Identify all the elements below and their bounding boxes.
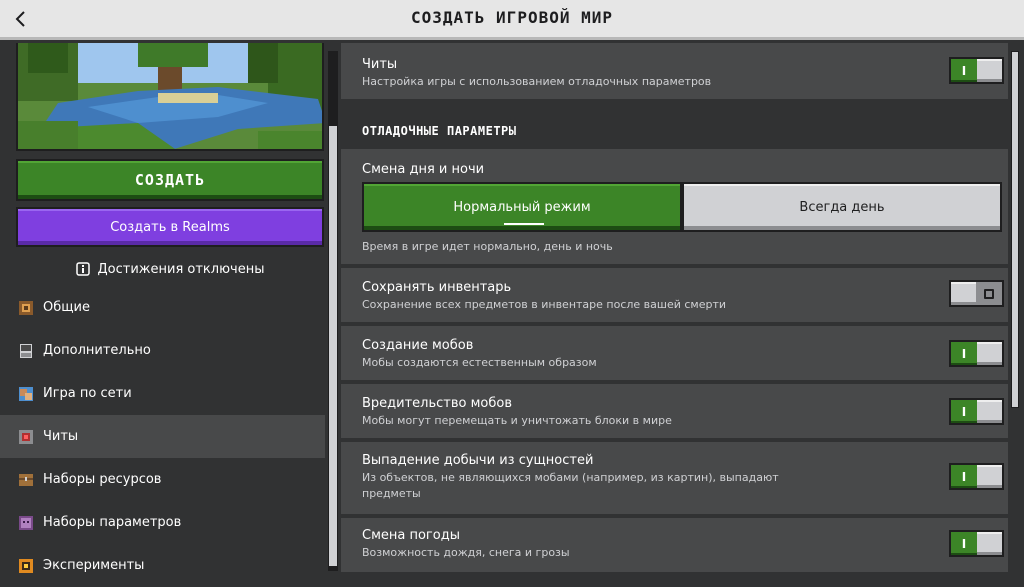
nav-item-label: Общие bbox=[43, 300, 90, 315]
entity-drops-desc: Из объектов, не являющихся мобами (напри… bbox=[362, 471, 779, 500]
mob-griefing-toggle[interactable]: I bbox=[949, 398, 1004, 425]
nav-item-cheats[interactable]: Читы bbox=[0, 415, 325, 458]
settings-panel: Читы Настройка игры с использованием отл… bbox=[341, 43, 1008, 576]
mob-spawning-toggle[interactable]: I bbox=[949, 340, 1004, 367]
nav-item-label: Наборы ресурсов bbox=[43, 472, 162, 487]
nav-item-label: Дополнительно bbox=[43, 343, 151, 358]
general-icon bbox=[19, 300, 33, 315]
nav-item-label: Читы bbox=[43, 429, 79, 444]
right-scrollbar-thumb[interactable] bbox=[1011, 51, 1019, 408]
cheats-title: Читы bbox=[362, 57, 398, 72]
world-preview-image bbox=[16, 43, 324, 151]
info-icon bbox=[75, 262, 90, 276]
create-button[interactable]: СОЗДАТЬ bbox=[16, 159, 324, 201]
left-scrollbar[interactable] bbox=[325, 43, 341, 576]
nav-item-behavior-packs[interactable]: Наборы параметров bbox=[0, 501, 325, 544]
nav-item-experiments[interactable]: Эксперименты bbox=[0, 544, 325, 587]
cheats-icon bbox=[19, 429, 33, 444]
right-scrollbar[interactable] bbox=[1008, 43, 1024, 576]
nav-item-label: Наборы параметров bbox=[43, 515, 182, 530]
mob-griefing-row: Вредительство мобов Мобы могут перемещат… bbox=[341, 384, 1008, 440]
multiplayer-icon bbox=[19, 386, 33, 401]
achievements-notice-text: Достижения отключены bbox=[97, 261, 265, 277]
cheats-row: Читы Настройка игры с использованием отл… bbox=[341, 43, 1008, 101]
mob-griefing-desc: Мобы могут перемещать и уничтожать блоки… bbox=[362, 414, 672, 427]
daylight-cycle-title: Смена дня и ночи bbox=[362, 162, 485, 177]
resource-packs-icon bbox=[19, 473, 33, 486]
nav-item-resource-packs[interactable]: Наборы ресурсов bbox=[0, 458, 325, 501]
mob-spawning-title: Создание мобов bbox=[362, 338, 474, 353]
left-scrollbar-thumb[interactable] bbox=[328, 125, 338, 567]
weather-cycle-toggle[interactable]: I bbox=[949, 530, 1004, 557]
option-label: Нормальный режим bbox=[453, 199, 591, 215]
page-title: СОЗДАТЬ ИГРОВОЙ МИР bbox=[410, 8, 614, 27]
debug-section-header: ОТЛАДОЧНЫЕ ПАРАМЕТРЫ bbox=[362, 124, 517, 138]
weather-cycle-row: Смена погоды Возможность дождя, снега и … bbox=[341, 518, 1008, 574]
daylight-option-always-day[interactable]: Всегда день bbox=[682, 182, 1002, 232]
nav-item-multiplayer[interactable]: Игра по сети bbox=[0, 372, 325, 415]
keep-inventory-title: Сохранять инвентарь bbox=[362, 280, 512, 295]
entity-drops-title: Выпадение добычи из сущностей bbox=[362, 453, 594, 468]
mob-spawning-row: Создание мобов Мобы создаются естественн… bbox=[341, 326, 1008, 382]
keep-inventory-row: Сохранять инвентарь Сохранение всех пред… bbox=[341, 268, 1008, 324]
entity-drops-row: Выпадение добычи из сущностей Из объекто… bbox=[341, 442, 1008, 516]
achievements-notice: Достижения отключены bbox=[16, 257, 324, 281]
keep-inventory-toggle[interactable] bbox=[949, 280, 1004, 307]
nav-item-label: Эксперименты bbox=[43, 558, 145, 573]
cheats-toggle[interactable]: I bbox=[949, 57, 1004, 84]
entity-drops-toggle[interactable]: I bbox=[949, 463, 1004, 490]
behavior-packs-icon bbox=[19, 515, 33, 530]
nav-item-advanced[interactable]: Дополнительно bbox=[0, 329, 325, 372]
title-bar: СОЗДАТЬ ИГРОВОЙ МИР bbox=[0, 0, 1024, 40]
keep-inventory-desc: Сохранение всех предметов в инвентаре по… bbox=[362, 298, 727, 311]
option-label: Всегда день bbox=[799, 199, 885, 215]
left-panel: СОЗДАТЬ Создать в Realms Достижения откл… bbox=[0, 43, 341, 576]
weather-cycle-title: Смена погоды bbox=[362, 528, 460, 543]
settings-nav: Общие Дополнительно Игра по сети Читы На… bbox=[0, 286, 325, 587]
create-in-realms-button[interactable]: Создать в Realms bbox=[16, 207, 324, 247]
daylight-cycle-desc: Время в игре идет нормально, день и ночь bbox=[362, 240, 613, 253]
advanced-icon bbox=[20, 343, 32, 358]
daylight-option-normal[interactable]: Нормальный режим bbox=[362, 182, 682, 232]
experiments-icon bbox=[19, 558, 33, 573]
cheats-desc: Настройка игры с использованием отладочн… bbox=[362, 75, 712, 88]
weather-cycle-desc: Возможность дождя, снега и грозы bbox=[362, 546, 570, 559]
mob-griefing-title: Вредительство мобов bbox=[362, 396, 513, 411]
mob-spawning-desc: Мобы создаются естественным образом bbox=[362, 356, 597, 369]
nav-item-label: Игра по сети bbox=[43, 386, 132, 401]
nav-item-general[interactable]: Общие bbox=[0, 286, 325, 329]
